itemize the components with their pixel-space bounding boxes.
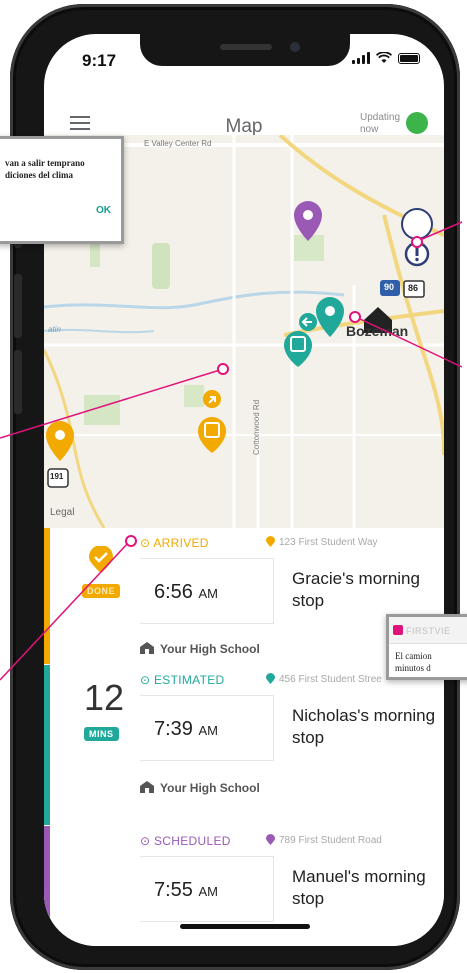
check-icon	[89, 545, 113, 573]
volume-up-button	[14, 274, 22, 338]
school-icon	[140, 781, 154, 793]
teal-stop-marker[interactable]	[316, 297, 344, 337]
popup-message-line1: van a salir temprano	[5, 158, 85, 168]
clock-icon: ⊙	[140, 536, 154, 550]
wifi-icon	[376, 52, 392, 63]
status-icons	[352, 52, 420, 64]
notification-popup-left[interactable]: van a salir temprano diciones del clima …	[0, 136, 124, 244]
trip-status: ⊙ SCHEDULED	[140, 834, 231, 848]
mins-badge-wrap: MINS	[84, 721, 119, 741]
battery-icon	[398, 52, 420, 64]
pin-icon	[266, 536, 275, 547]
trip-address: 456 First Student Stree	[266, 673, 382, 685]
popup-message-line2: minutos d	[395, 663, 431, 673]
stop-name: Manuel's morning stop	[292, 867, 426, 908]
trip-card-nicholas[interactable]: 12 MINS ⊙ ESTIMATED 456 First Student St…	[44, 665, 444, 825]
highway-90-label: 90	[384, 282, 395, 292]
highway-191-label: 191	[50, 472, 64, 481]
school-icon	[140, 642, 154, 654]
highway-86-label: 86	[408, 283, 419, 293]
clock-icon: ⊙	[140, 834, 154, 848]
trip-time: 7:39 AM	[154, 718, 218, 740]
road-label-cottonwood: Cottonwood Rd	[252, 399, 261, 455]
notch	[140, 34, 350, 66]
amber-stop-marker[interactable]	[46, 421, 74, 461]
mins-badge: MINS	[84, 727, 119, 741]
trip-time: 7:55 AM	[154, 879, 218, 901]
firstview-logo-icon	[393, 625, 403, 635]
notification-popup-right[interactable]: FIRSTVIE El camion minutos d	[386, 614, 467, 680]
school-name: Your High School	[140, 781, 260, 795]
trip-card-gracie[interactable]: DONE ⊙ ARRIVED 123 First Student Way 6:5…	[44, 528, 444, 664]
pin-icon	[266, 834, 275, 845]
trip-list: DONE ⊙ ARRIVED 123 First Student Way 6:5…	[44, 528, 444, 946]
area-label: atin	[48, 325, 61, 334]
trip-status-stripe	[44, 528, 50, 664]
stop-name: Nicholas's morning stop	[292, 706, 436, 747]
done-indicator: DONE	[82, 545, 121, 598]
live-status-dot	[406, 112, 428, 134]
signal-icon	[352, 52, 370, 64]
trip-status-stripe	[44, 665, 50, 825]
trip-time: 6:56 AM	[154, 581, 218, 603]
popup-ok-button[interactable]: OK	[96, 205, 111, 216]
volume-down-button	[14, 350, 22, 414]
eta-minutes: 12	[84, 677, 125, 718]
updating-status: Updating now	[360, 112, 401, 135]
clock-icon: ⊙	[140, 673, 154, 687]
trip-time-box: 7:39 AM	[140, 695, 274, 761]
school-name: Your High School	[140, 642, 260, 656]
trip-address: 789 First Student Road	[266, 834, 382, 846]
trip-status-stripe	[44, 826, 50, 946]
status-time: 9:17	[82, 51, 117, 70]
city-label: Bozeman	[346, 323, 409, 339]
popup-app-name: FIRSTVIE	[406, 626, 451, 636]
popup-message-line2: diciones del clima	[5, 170, 73, 180]
home-indicator[interactable]	[180, 924, 310, 929]
legal-link[interactable]: Legal	[50, 507, 74, 518]
trip-status: ⊙ ESTIMATED	[140, 673, 225, 687]
trip-status: ⊙ ARRIVED	[140, 536, 209, 550]
road-label: E Valley Center Rd	[144, 139, 212, 148]
trip-time-box: 7:55 AM	[140, 856, 274, 922]
stop-name: Gracie's morning stop	[292, 569, 420, 610]
pin-icon	[266, 673, 275, 684]
popup-message-line1: El camion	[395, 651, 432, 661]
trip-address: 123 First Student Way	[266, 536, 378, 548]
done-badge: DONE	[82, 584, 121, 598]
trip-time-box: 6:56 AM	[140, 558, 274, 624]
